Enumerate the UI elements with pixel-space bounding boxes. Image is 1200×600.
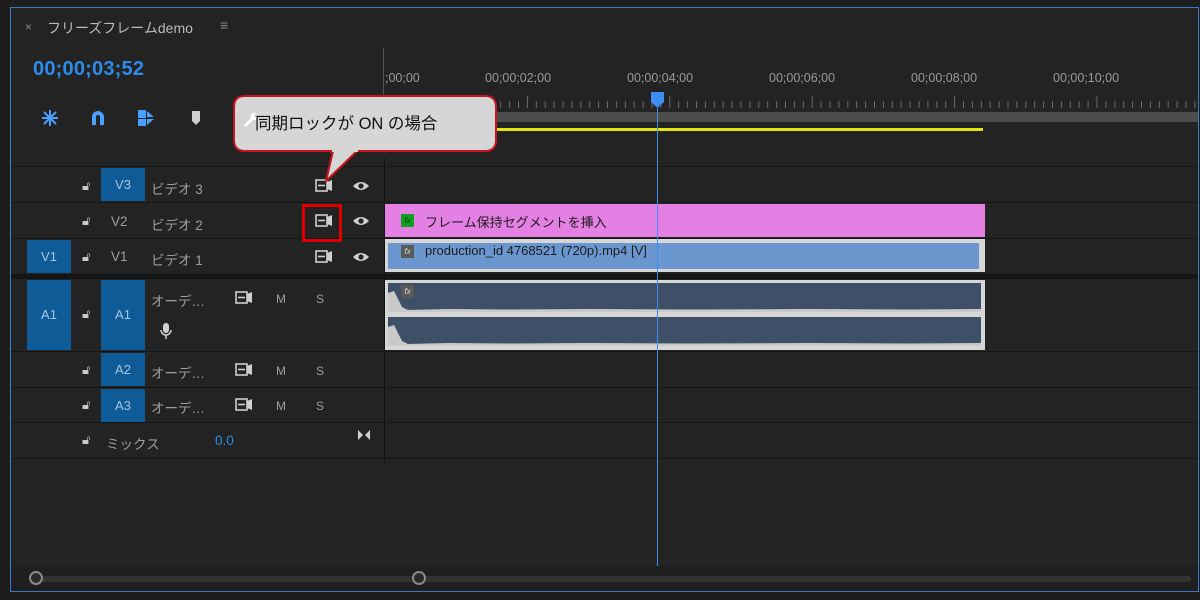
playhead-timecode[interactable]: 00;00;03;52 [33,58,144,81]
magnet-icon[interactable] [87,107,109,129]
track-target-a2[interactable]: A2 [101,353,145,386]
ruler-label-4: 00;00;08;00 [911,71,978,85]
playhead-line[interactable] [657,108,658,566]
adjustment-clip-title: フレーム保持セグメントを挿入 [425,215,607,230]
work-area-bar[interactable] [383,112,1198,122]
audio-clip[interactable]: fx [385,280,985,350]
lock-icon[interactable]: 🔓︎ [82,213,90,229]
horizontal-scrollbar[interactable] [41,576,1191,582]
sync-lock-icon[interactable] [235,291,253,304]
fx-badge: fx [401,285,414,298]
solo-button-a1[interactable]: S [316,292,324,306]
source-patch-a1[interactable]: A1 [27,280,71,350]
lock-icon[interactable]: 🔓︎ [82,178,90,194]
row-separator [11,422,1198,423]
row-separator [11,166,1198,167]
mix-track-name: ミックス [106,437,160,452]
lock-icon[interactable]: 🔓︎ [82,362,90,378]
callout-pointer [325,148,358,182]
lock-icon[interactable]: 🔓︎ [82,249,90,265]
ruler-label-3: 00;00;06;00 [769,71,836,85]
microphone-icon[interactable] [159,322,173,340]
fx-badge: fx [401,214,414,227]
video-clip-title: production_id 4768521 (720p).mp4 [V] [425,243,647,258]
sequence-tab-title[interactable]: フリーズフレームdemo [47,18,193,38]
track-name-v3: ビデオ 3 [151,182,203,197]
adjustment-clip[interactable]: fx フレーム保持セグメントを挿入 [385,204,985,237]
video-clip[interactable]: fx production_id 4768521 (720p).mp4 [V] [385,239,985,272]
track-target-v2[interactable]: V2 [111,214,128,229]
sync-lock-highlight-box [302,204,342,242]
snap-icon[interactable] [39,107,61,129]
eye-icon[interactable] [352,215,370,227]
time-ruler-ticks[interactable] [383,96,1199,108]
track-name-v1: ビデオ 1 [151,253,203,268]
row-separator [11,387,1198,388]
source-patch-v1[interactable]: V1 [27,240,71,273]
callout-text: 同期ロックが ON の場合 [255,115,438,133]
track-name-a3: オーデ… [151,401,205,416]
fx-badge: fx [401,245,414,258]
eye-icon[interactable] [352,251,370,263]
playhead-handle[interactable] [651,92,664,108]
sync-lock-icon[interactable] [235,398,253,411]
row-separator [11,351,1198,352]
mix-expand-icon[interactable] [357,429,371,441]
mute-button-a2[interactable]: M [276,364,286,378]
mute-button-a1[interactable]: M [276,292,286,306]
lock-icon[interactable]: 🔓︎ [82,397,90,413]
mute-button-a3[interactable]: M [276,399,286,413]
solo-button-a2[interactable]: S [316,364,324,378]
scrollbar-end-handle[interactable] [412,571,426,585]
panel-menu-icon[interactable]: ≡ [220,17,228,33]
ruler-label-1: 00;00;02;00 [485,71,552,85]
linked-selection-icon[interactable] [135,107,157,129]
lock-icon[interactable]: 🔓︎ [82,432,90,448]
sync-lock-icon[interactable] [315,250,333,263]
row-separator [11,458,1198,459]
track-name-a1: オーデ… [151,294,205,309]
track-name-v2: ビデオ 2 [151,218,203,233]
mix-volume-value[interactable]: 0.0 [215,433,234,448]
ruler-label-2: 00;00;04;00 [627,71,694,85]
track-target-v1[interactable]: V1 [111,249,128,264]
sync-lock-icon[interactable] [235,363,253,376]
track-target-v3[interactable]: V3 [101,168,145,201]
track-target-a1[interactable]: A1 [101,280,145,350]
track-target-a3[interactable]: A3 [101,389,145,422]
track-name-a2: オーデ… [151,366,205,381]
scrollbar-start-handle[interactable] [29,571,43,585]
lock-icon[interactable]: 🔓︎ [82,306,90,322]
video-audio-separator[interactable] [11,274,1198,279]
audio-waveform [388,291,981,346]
marker-icon[interactable] [185,107,207,129]
ruler-label-0: ;00;00 [385,71,420,85]
panel-tab-bar: × フリーズフレームdemo ≡ [11,8,1198,46]
timeline-panel: × フリーズフレームdemo ≡ 00;00;03;52 ;00;00 00;0… [10,7,1199,592]
ruler-label-5: 00;00;10;00 [1053,71,1120,85]
solo-button-a3[interactable]: S [316,399,324,413]
timeline-start-marker [383,48,384,96]
close-tab-icon[interactable]: × [25,20,32,34]
row-separator [11,202,1198,203]
